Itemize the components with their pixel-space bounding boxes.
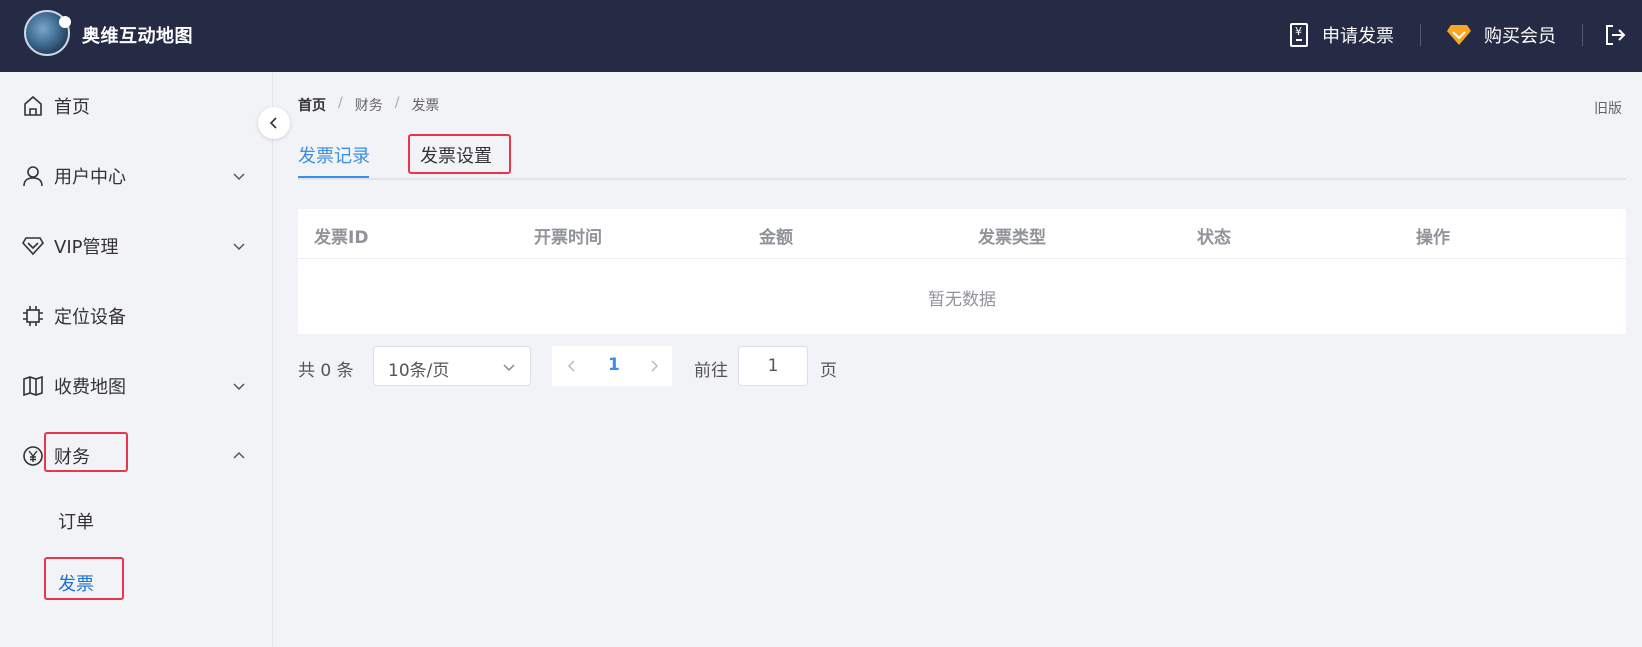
user-icon: [23, 166, 43, 187]
sidebar-item-home[interactable]: 首页: [0, 86, 273, 126]
old-version-link[interactable]: 旧版: [1594, 98, 1622, 118]
invoice-highlight-box: [44, 557, 124, 600]
column-header: 发票类型: [978, 228, 1046, 248]
chevron-up-icon: [233, 451, 245, 459]
column-header: 金额: [759, 228, 793, 248]
apply-invoice-label: 申请发票: [1322, 26, 1394, 47]
header-divider: [1582, 24, 1583, 46]
sidebar-item-label: 收费地图: [54, 377, 126, 398]
breadcrumb-separator: /: [394, 95, 400, 111]
sidebar-item-label: VIP管理: [54, 237, 119, 258]
chevron-down-icon: [233, 243, 245, 251]
sidebar-item-devices[interactable]: 定位设备: [0, 296, 273, 336]
tab-bar: 发票记录 发票设置: [298, 134, 1626, 180]
column-header: 状态: [1197, 228, 1231, 248]
column-header: 开票时间: [534, 228, 602, 248]
tab-invoice-records[interactable]: 发票记录: [298, 142, 370, 168]
active-tab-indicator: [298, 176, 369, 178]
chip-icon: [23, 306, 43, 326]
sidebar-item-label: 用户中心: [54, 167, 126, 188]
chevron-down-icon: [233, 173, 245, 181]
map-icon: [23, 375, 43, 397]
page-size-select[interactable]: 10条/页: [373, 346, 531, 386]
top-header: 奥维互动地图 申请发票 购买会员: [0, 0, 1642, 72]
breadcrumb-invoice: 发票: [411, 98, 440, 114]
sidebar-item-user-center[interactable]: 用户中心: [0, 156, 273, 196]
next-page-button[interactable]: [648, 359, 660, 373]
page-number-1[interactable]: 1: [608, 355, 620, 375]
finance-highlight-box: [44, 432, 128, 472]
table-header: 发票ID 开票时间 金额 发票类型 状态 操作: [298, 209, 1626, 259]
invoice-table: 发票ID 开票时间 金额 发票类型 状态 操作 暂无数据: [298, 209, 1626, 334]
diamond-icon: [1447, 25, 1471, 45]
pager-box: 1: [552, 346, 672, 386]
breadcrumb: 首页 / 财务 / 发票: [298, 95, 439, 115]
empty-state-text: 暂无数据: [928, 290, 996, 310]
sidebar-item-label: 定位设备: [54, 307, 126, 328]
prev-page-button[interactable]: [566, 359, 578, 373]
sidebar-item-label: 首页: [54, 97, 90, 118]
apply-invoice-button[interactable]: 申请发票: [1290, 20, 1394, 50]
app-title[interactable]: 奥维互动地图: [82, 22, 193, 48]
page-size-value: 10条/页: [388, 361, 450, 381]
total-count: 共 0 条: [298, 361, 354, 381]
chevron-left-icon: [269, 117, 277, 129]
sidebar-collapse-button[interactable]: [258, 107, 290, 139]
home-icon: [24, 95, 42, 116]
column-header: 发票ID: [314, 228, 369, 248]
goto-page-input[interactable]: [738, 346, 808, 386]
buy-vip-button[interactable]: 购买会员: [1446, 20, 1556, 50]
header-divider: [1420, 24, 1421, 46]
sidebar-subitem-orders[interactable]: 订单: [58, 508, 94, 534]
sidebar-item-finance[interactable]: 财务: [0, 436, 273, 476]
sidebar-item-paid-maps[interactable]: 收费地图: [0, 366, 273, 406]
invoice-settings-highlight-box: [408, 134, 511, 174]
breadcrumb-home[interactable]: 首页: [298, 95, 326, 115]
goto-label: 前往: [694, 361, 728, 381]
column-header: 操作: [1416, 228, 1450, 248]
diamond-icon: [22, 237, 44, 256]
sidebar: 首页 用户中心 VIP管理 定位设备 收费地图 财务 订单 发票: [0, 72, 273, 647]
yen-icon: [23, 446, 43, 466]
page-suffix: 页: [820, 361, 837, 381]
chevron-down-icon: [233, 383, 245, 391]
receipt-icon: [1290, 23, 1308, 47]
buy-vip-label: 购买会员: [1484, 26, 1556, 47]
app-logo[interactable]: [24, 10, 71, 56]
logout-icon[interactable]: [1604, 24, 1626, 46]
breadcrumb-finance: 财务: [354, 98, 383, 114]
sidebar-item-vip[interactable]: VIP管理: [0, 226, 273, 266]
chevron-down-icon: [503, 364, 515, 372]
breadcrumb-separator: /: [338, 95, 343, 111]
